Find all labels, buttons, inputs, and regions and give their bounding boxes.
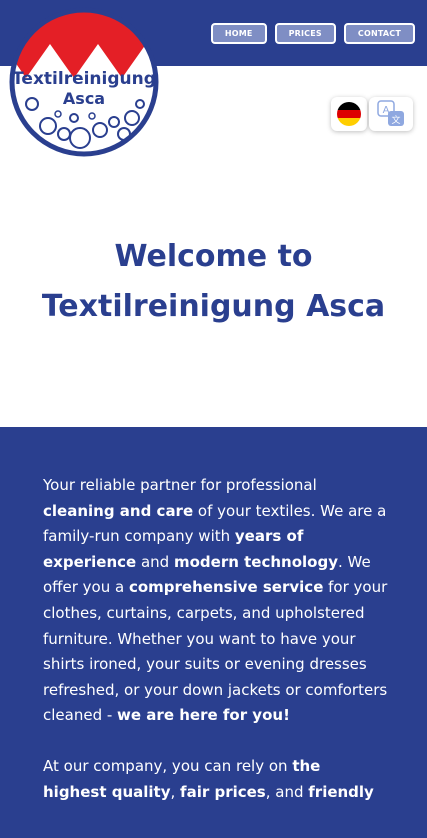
- intro-highlight: modern technology: [173, 552, 338, 571]
- title-line2: Textilreinigung Asca: [41, 289, 386, 324]
- quality-text: ,: [170, 782, 181, 801]
- hero-section: Welcome to Textilreinigung Asca: [0, 232, 427, 332]
- intro-highlight: we are here for you!: [117, 706, 290, 725]
- intro-paragraph: Your reliable partner for professional c…: [43, 473, 389, 729]
- translate-icon: A 文: [377, 100, 404, 126]
- quality-text: At our company, you can rely on: [43, 756, 293, 775]
- quality-text: , and: [265, 782, 309, 801]
- main-nav: HOME PRICES CONTACT: [210, 23, 415, 44]
- intro-text: for your clothes, curtains, carpets, and…: [43, 578, 388, 725]
- intro-text: Your reliable partner for professional: [43, 476, 317, 494]
- company-logo[interactable]: Textilreinigung Asca: [8, 6, 160, 158]
- logo-text-line2: Asca: [63, 89, 105, 108]
- nav-prices-button[interactable]: PRICES: [274, 23, 336, 44]
- language-switcher: A 文: [331, 97, 413, 131]
- intro-highlight: comprehensive service: [128, 578, 324, 597]
- intro-highlight: cleaning and care: [43, 501, 194, 520]
- german-language-button[interactable]: [331, 97, 367, 131]
- translate-button[interactable]: A 文: [369, 97, 413, 131]
- intro-section: Your reliable partner for professional c…: [0, 427, 427, 838]
- page-title: Welcome to Textilreinigung Asca: [0, 232, 427, 332]
- intro-text: and: [136, 552, 174, 571]
- logo-text-line1: Textilreinigung: [12, 69, 156, 89]
- svg-text:文: 文: [391, 114, 400, 126]
- quality-highlight: fair prices: [180, 782, 266, 801]
- nav-home-button[interactable]: HOME: [210, 23, 267, 44]
- german-flag-icon: [337, 102, 361, 126]
- nav-contact-button[interactable]: CONTACT: [343, 23, 415, 44]
- title-line1: Welcome to: [114, 239, 313, 274]
- quality-paragraph: At our company, you can rely on the high…: [43, 754, 389, 805]
- quality-highlight: friendly: [308, 782, 374, 801]
